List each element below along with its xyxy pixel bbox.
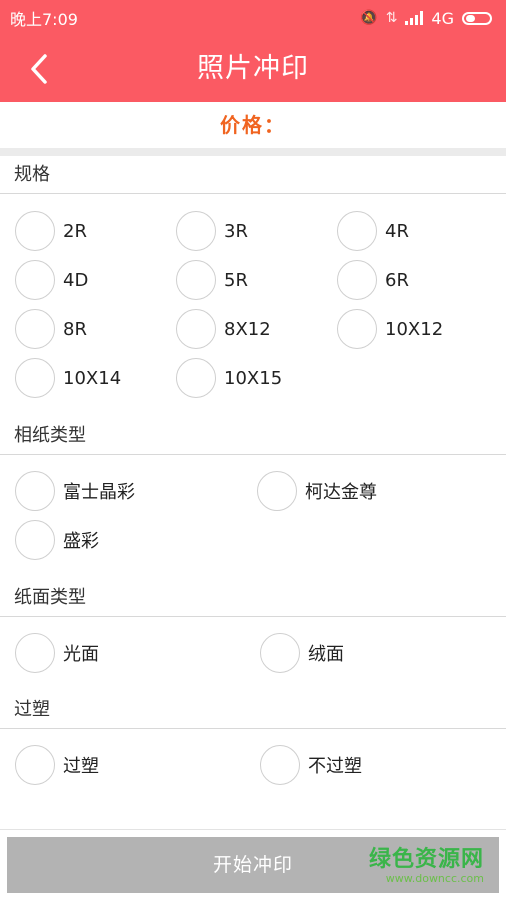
radio-circle[interactable] — [15, 211, 55, 251]
option-label: 光面 — [63, 644, 99, 665]
price-label: 价格： — [220, 113, 286, 137]
option-label: 4D — [63, 269, 89, 291]
size-option-8x12[interactable]: 8X12 — [176, 309, 271, 349]
option-label: 3R — [224, 220, 248, 242]
option-label: 柯达金尊 — [305, 482, 377, 503]
option-label: 不过塑 — [308, 756, 362, 777]
mute-bell-icon: 🔕 — [360, 10, 378, 26]
radio-circle[interactable] — [337, 260, 377, 300]
option-label: 2R — [63, 220, 87, 242]
radio-circle[interactable] — [337, 309, 377, 349]
radio-circle[interactable] — [15, 309, 55, 349]
status-icons: 🔕 ⇅ 4G — [360, 9, 492, 28]
bottom-divider — [0, 829, 506, 830]
option-label: 8R — [63, 318, 87, 340]
size-option-10x15[interactable]: 10X15 — [176, 358, 282, 398]
size-option-4r[interactable]: 4R — [337, 211, 409, 251]
radio-circle[interactable] — [176, 309, 216, 349]
option-label: 富士晶彩 — [63, 482, 135, 503]
radio-circle[interactable] — [15, 633, 55, 673]
status-bar: 晚上7:09 🔕 ⇅ 4G — [0, 0, 506, 36]
section-title-surface: 纸面类型 — [0, 579, 506, 617]
section-title-size: 规格 — [0, 156, 506, 194]
option-label: 10X15 — [224, 367, 283, 389]
section-title-paper: 相纸类型 — [0, 417, 506, 455]
radio-circle[interactable] — [257, 471, 297, 511]
paper-option-shengcai[interactable]: 盛彩 — [15, 520, 99, 560]
paper-option-fuji[interactable]: 富士晶彩 — [15, 471, 135, 511]
radio-circle[interactable] — [15, 745, 55, 785]
option-label: 绒面 — [308, 644, 344, 665]
option-label: 盛彩 — [63, 531, 99, 552]
option-label: 6R — [385, 269, 409, 291]
radio-circle[interactable] — [260, 745, 300, 785]
chevron-left-icon — [31, 54, 47, 84]
size-option-10x12[interactable]: 10X12 — [337, 309, 443, 349]
laminate-option-yes[interactable]: 过塑 — [15, 745, 99, 785]
size-option-8r[interactable]: 8R — [15, 309, 87, 349]
option-label: 过塑 — [63, 756, 99, 777]
radio-circle[interactable] — [176, 260, 216, 300]
size-option-6r[interactable]: 6R — [337, 260, 409, 300]
radio-circle[interactable] — [337, 211, 377, 251]
laminate-option-no[interactable]: 不过塑 — [260, 745, 362, 785]
size-option-5r[interactable]: 5R — [176, 260, 248, 300]
option-label: 10X14 — [63, 367, 122, 389]
radio-circle[interactable] — [15, 471, 55, 511]
size-option-10x14[interactable]: 10X14 — [15, 358, 121, 398]
radio-circle[interactable] — [15, 358, 55, 398]
radio-circle[interactable] — [260, 633, 300, 673]
app-header: 照片冲印 — [0, 36, 506, 102]
size-option-4d[interactable]: 4D — [15, 260, 88, 300]
option-label: 4R — [385, 220, 409, 242]
data-arrows-icon: ⇅ — [385, 10, 398, 26]
size-option-3r[interactable]: 3R — [176, 211, 248, 251]
option-label: 8X12 — [224, 318, 271, 340]
start-print-button[interactable]: 开始冲印 — [7, 837, 499, 893]
radio-circle[interactable] — [176, 358, 216, 398]
battery-icon — [462, 11, 492, 25]
size-option-2r[interactable]: 2R — [15, 211, 87, 251]
network-type: 4G — [431, 8, 454, 28]
signal-icon — [405, 11, 424, 25]
radio-circle[interactable] — [15, 260, 55, 300]
option-label: 5R — [224, 269, 248, 291]
status-time: 晚上7:09 — [10, 10, 78, 29]
radio-circle[interactable] — [15, 520, 55, 560]
radio-circle[interactable] — [176, 211, 216, 251]
option-label: 10X12 — [385, 318, 444, 340]
back-button[interactable] — [22, 52, 56, 86]
surface-option-glossy[interactable]: 光面 — [15, 633, 99, 673]
section-title-laminate: 过塑 — [0, 691, 506, 729]
page-title: 照片冲印 — [197, 53, 309, 84]
paper-option-kodak[interactable]: 柯达金尊 — [257, 471, 377, 511]
surface-option-matte[interactable]: 绒面 — [260, 633, 344, 673]
price-divider — [0, 148, 506, 156]
